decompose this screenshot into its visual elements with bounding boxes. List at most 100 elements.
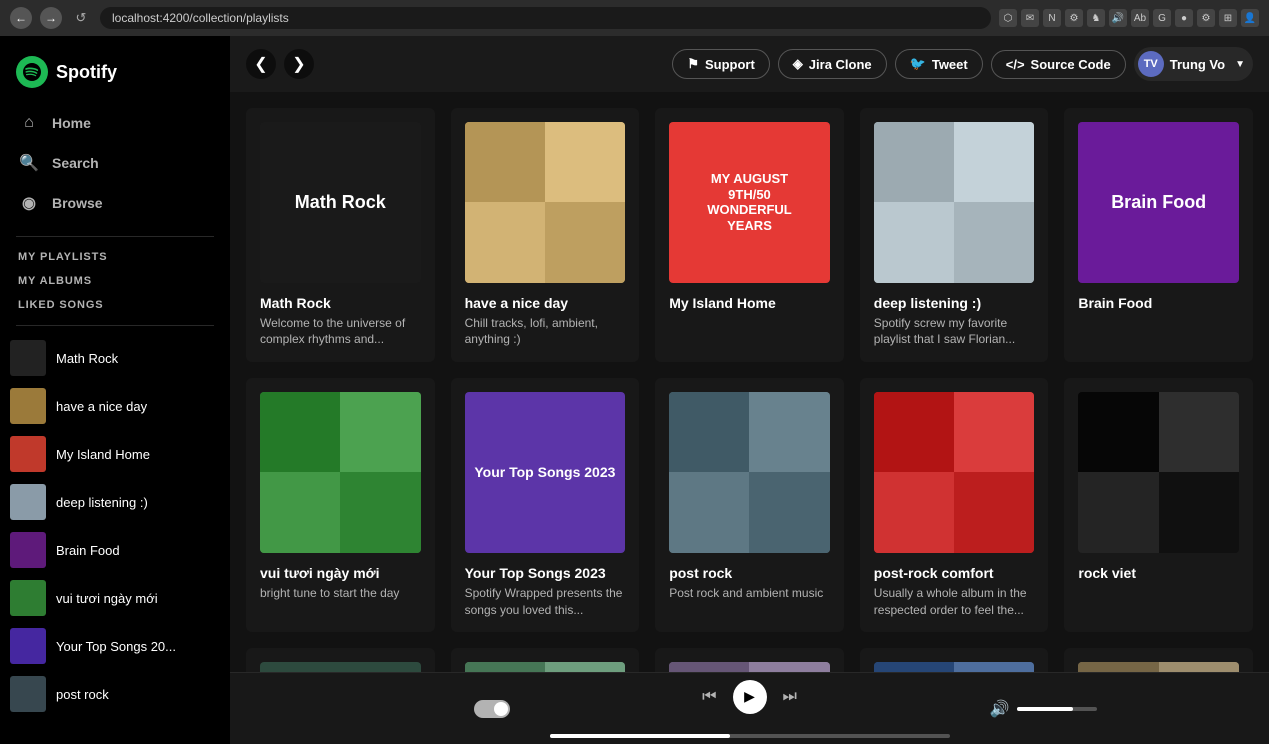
playlist-name-my-island-home: My Island Home [669, 295, 830, 311]
playlist-desc-deep-listening: Spotify screw my favorite playlist that … [874, 315, 1035, 349]
playlist-card-vui-tuoi[interactable]: vui tươi ngày mới bright tune to start t… [246, 378, 435, 632]
playlist-thumb-lofi-radio: — LOFI RADIO — [260, 662, 421, 672]
home-icon: ⌂ [18, 112, 40, 134]
sidebar-item-name-have-a-nice-day: have a nice day [56, 399, 147, 414]
browser-back-btn[interactable]: ← [10, 7, 32, 29]
sidebar-item-name-vui-tuoi: vui tươi ngày mới [56, 591, 158, 606]
sidebar-logo-text: Spotify [56, 62, 117, 83]
sidebar-divider [16, 236, 214, 237]
sidebar-playlist-list: Math Rock have a nice day My Island Home… [0, 334, 230, 744]
support-btn[interactable]: ⚑ Support [672, 49, 769, 79]
playlist-card-playlist-15[interactable]: playlist 15 [1064, 648, 1253, 672]
progress-bar[interactable] [550, 734, 950, 738]
playlist-thumb-playlist-13 [669, 662, 830, 672]
sidebar-thumb-brain-food [10, 532, 46, 568]
volume-toggle-knob [494, 702, 508, 716]
playlist-card-brain-food[interactable]: Brain Food Brain Food [1064, 108, 1253, 362]
player-controls: ⏮ ▶ ⏭ [550, 680, 950, 738]
play-btn[interactable]: ▶ [733, 680, 767, 714]
playlist-thumb-my-island-home: MY AUGUST9TH/50WONDERFULYEARS [669, 122, 830, 283]
playlist-name-math-rock: Math Rock [260, 295, 421, 311]
playlist-thumb-deep-listening [874, 122, 1035, 283]
sidebar-section-my-albums[interactable]: My Albums [0, 269, 230, 293]
sidebar-thumb-post-rock [10, 676, 46, 712]
player-bar: ⏮ ▶ ⏭ 🔊 [230, 672, 1269, 744]
sidebar-item-name-post-rock: post rock [56, 687, 109, 702]
jira-btn[interactable]: ◈ Jira Clone [778, 49, 887, 79]
playlist-desc-have-a-nice-day: Chill tracks, lofi, ambient, anything :) [465, 315, 626, 349]
support-icon: ⚑ [687, 56, 699, 72]
browser-icon-4: ⚙ [1065, 9, 1083, 27]
browser-icon-8: G [1153, 9, 1171, 27]
sidebar-item-home-label: Home [52, 115, 91, 131]
playlist-card-post-rock[interactable]: post rock Post rock and ambient music [655, 378, 844, 632]
playlist-name-rock-viet: rock viet [1078, 565, 1239, 581]
sidebar-thumb-my-island-home [10, 436, 46, 472]
twitter-icon: 🐦 [910, 56, 926, 72]
sidebar-item-search[interactable]: 🔍 Search [8, 144, 222, 182]
source-code-btn[interactable]: </> Source Code [991, 50, 1126, 79]
browser-refresh-btn[interactable]: ↺ [70, 7, 92, 29]
playlist-card-playlist-12[interactable]: playlist 12 [451, 648, 640, 672]
sidebar-item-name-my-island-home: My Island Home [56, 447, 150, 462]
header-forward-btn[interactable]: ❯ [284, 49, 314, 79]
browser-icon-3: N [1043, 9, 1061, 27]
sidebar-item-home[interactable]: ⌂ Home [8, 104, 222, 142]
playlist-desc-post-rock: Post rock and ambient music [669, 585, 830, 602]
search-icon: 🔍 [18, 152, 40, 174]
playlist-thumb-your-top-songs: Your Top Songs 2023 [465, 392, 626, 553]
tweet-btn[interactable]: 🐦 Tweet [895, 49, 983, 79]
playlist-card-math-rock[interactable]: Math Rock Math Rock Welcome to the unive… [246, 108, 435, 362]
next-btn[interactable]: ⏭ [783, 688, 797, 706]
header-back-btn[interactable]: ❮ [246, 49, 276, 79]
playlist-card-have-a-nice-day[interactable]: have a nice day Chill tracks, lofi, ambi… [451, 108, 640, 362]
user-menu-btn[interactable]: TV Trung Vo ▼ [1134, 47, 1253, 81]
playlist-thumb-post-rock [669, 392, 830, 553]
playlist-desc-vui-tuoi: bright tune to start the day [260, 585, 421, 602]
volume-bar[interactable] [1017, 707, 1097, 711]
browser-icon-9: ● [1175, 9, 1193, 27]
playlist-card-deep-listening[interactable]: deep listening :) Spotify screw my favor… [860, 108, 1049, 362]
browser-url-input[interactable] [100, 7, 991, 29]
sidebar-playlist-item-brain-food[interactable]: Brain Food [0, 526, 230, 574]
playlist-name-your-top-songs: Your Top Songs 2023 [465, 565, 626, 581]
playlist-grid-container[interactable]: Math Rock Math Rock Welcome to the unive… [230, 92, 1269, 672]
sidebar-thumb-your-top-songs [10, 628, 46, 664]
playlist-thumb-post-rock-comfort [874, 392, 1035, 553]
sidebar-section-liked-songs[interactable]: Liked songs [0, 293, 230, 317]
sidebar-item-browse-label: Browse [52, 195, 103, 211]
main-content: ❮ ❯ ⚑ Support ◈ Jira Clone 🐦 Tweet </> [230, 36, 1269, 744]
sidebar-playlist-item-my-island-home[interactable]: My Island Home [0, 430, 230, 478]
sidebar-section-my-playlists[interactable]: My Playlists [0, 245, 230, 269]
player-progress [550, 734, 950, 738]
user-avatar: TV [1138, 51, 1164, 77]
playlist-card-lofi-radio[interactable]: — LOFI RADIO — lofi radio [246, 648, 435, 672]
playlist-card-imagine[interactable]: imagine [860, 648, 1049, 672]
browser-forward-btn[interactable]: → [40, 7, 62, 29]
jira-icon: ◈ [793, 56, 803, 72]
sidebar-playlist-item-deep-listening[interactable]: deep listening :) [0, 478, 230, 526]
playlist-card-post-rock-comfort[interactable]: post-rock comfort Usually a whole album … [860, 378, 1049, 632]
sidebar-logo[interactable]: Spotify [0, 36, 230, 100]
sidebar-playlist-item-post-rock[interactable]: post rock [0, 670, 230, 718]
playlist-card-playlist-13[interactable]: playlist 13 [655, 648, 844, 672]
playlist-card-rock-viet[interactable]: rock viet [1064, 378, 1253, 632]
playlist-card-your-top-songs[interactable]: Your Top Songs 2023 Your Top Songs 2023 … [451, 378, 640, 632]
browser-icon-2: ✉ [1021, 9, 1039, 27]
sidebar-playlist-item-your-top-songs[interactable]: Your Top Songs 20... [0, 622, 230, 670]
playlist-card-my-island-home[interactable]: MY AUGUST9TH/50WONDERFULYEARS My Island … [655, 108, 844, 362]
volume-toggle[interactable] [474, 700, 510, 718]
playlist-name-deep-listening: deep listening :) [874, 295, 1035, 311]
browser-icon-1: ⬡ [999, 9, 1017, 27]
sidebar-nav: ⌂ Home 🔍 Search ◉ Browse [0, 100, 230, 228]
prev-btn[interactable]: ⏮ [702, 688, 716, 706]
sidebar-playlist-item-vui-tuoi[interactable]: vui tươi ngày mới [0, 574, 230, 622]
browser-icon-11: ⊞ [1219, 9, 1237, 27]
sidebar-item-search-label: Search [52, 155, 99, 171]
sidebar-playlist-item-have-a-nice-day[interactable]: have a nice day [0, 382, 230, 430]
sidebar-item-browse[interactable]: ◉ Browse [8, 184, 222, 222]
sidebar-item-name-math-rock: Math Rock [56, 351, 118, 366]
sidebar-playlist-item-math-rock[interactable]: Math Rock [0, 334, 230, 382]
playlist-name-post-rock-comfort: post-rock comfort [874, 565, 1035, 581]
playlist-thumb-brain-food: Brain Food [1078, 122, 1239, 283]
